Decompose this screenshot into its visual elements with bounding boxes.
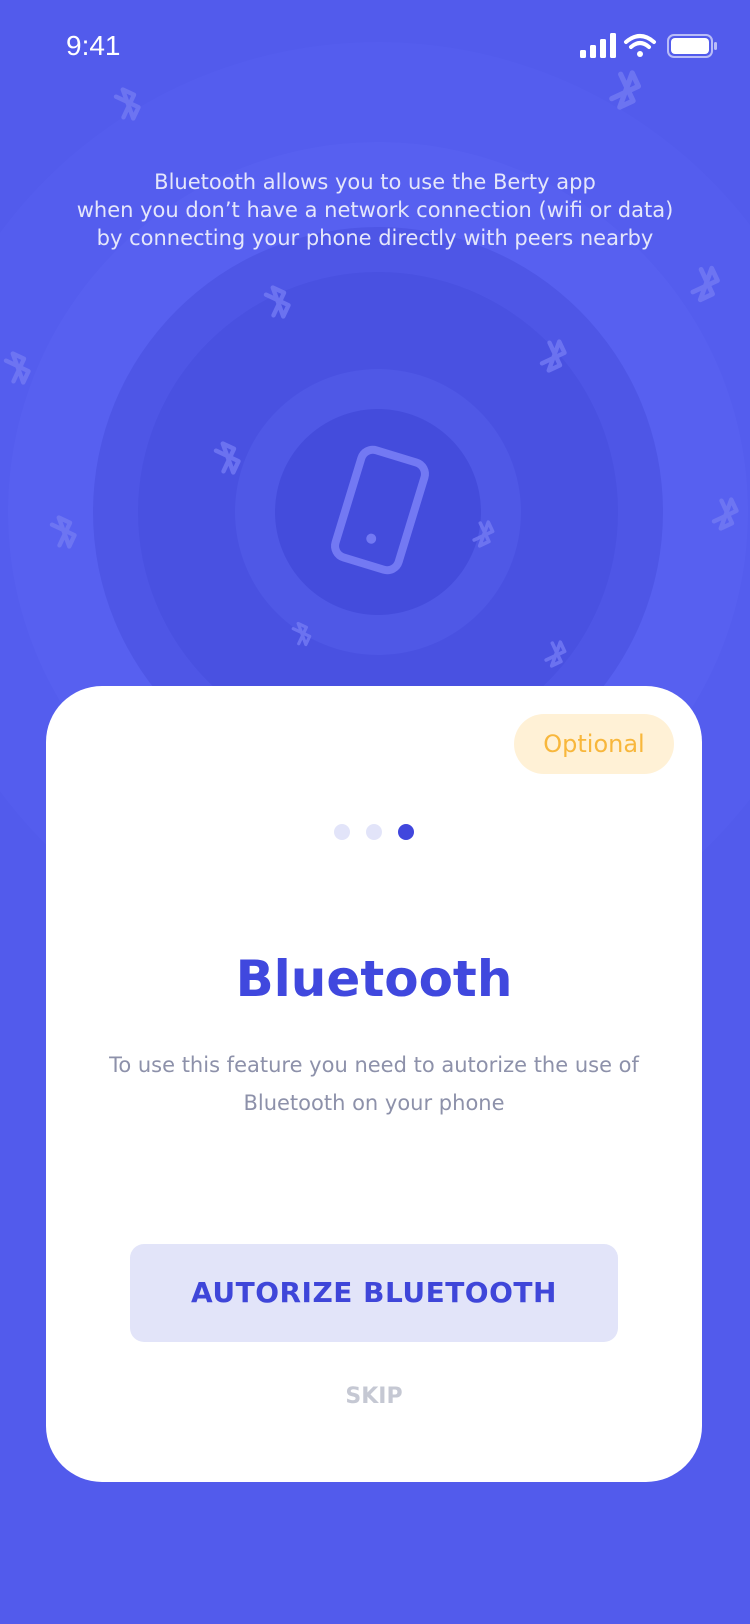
wifi-icon xyxy=(624,34,656,57)
pager-dots xyxy=(46,824,702,840)
optional-badge: Optional xyxy=(514,714,674,774)
bluetooth-icon xyxy=(609,70,642,110)
status-icons xyxy=(580,33,717,58)
permission-card: Optional Bluetooth To use this feature y… xyxy=(46,686,702,1482)
intro-line: when you don’t have a network connection… xyxy=(76,198,674,222)
pager-dot-active xyxy=(398,824,414,840)
cellular-signal-icon xyxy=(580,33,616,58)
authorize-bluetooth-button[interactable]: AUTORIZE BLUETOOTH xyxy=(130,1244,618,1342)
description-line: Bluetooth on your phone xyxy=(243,1091,505,1115)
card-title: Bluetooth xyxy=(235,950,513,1008)
intro-line: Bluetooth allows you to use the Berty ap… xyxy=(154,170,596,194)
battery-icon xyxy=(667,34,717,58)
description-line: To use this feature you need to autorize… xyxy=(109,1053,639,1077)
status-time: 9:41 xyxy=(66,30,121,61)
intro-text: Bluetooth allows you to use the Berty ap… xyxy=(75,168,675,252)
smartphone-icon xyxy=(331,445,429,575)
skip-button[interactable]: SKIP xyxy=(46,1384,702,1409)
pager-dot xyxy=(334,824,350,840)
pager-dot xyxy=(366,824,382,840)
intro-line: by connecting your phone directly with p… xyxy=(96,226,654,250)
card-description: To use this feature you need to autorize… xyxy=(86,1046,662,1122)
